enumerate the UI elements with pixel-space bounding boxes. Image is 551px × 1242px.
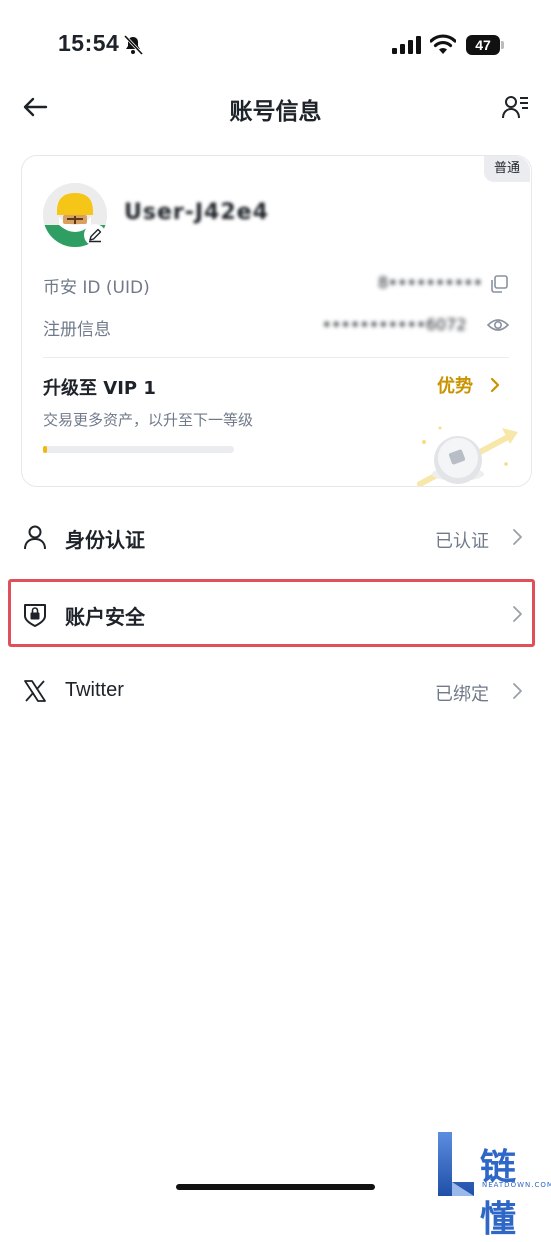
home-indicator [176, 1184, 375, 1190]
chevron-right-icon[interactable] [511, 605, 523, 623]
uid-value: 8•••••••••• [378, 273, 483, 292]
chevron-right-icon[interactable] [511, 528, 523, 546]
copy-icon[interactable] [489, 274, 509, 294]
eye-icon[interactable] [487, 315, 509, 335]
vip-benefits-link[interactable]: 优势 [437, 372, 473, 398]
menu-item-identity[interactable]: 身份认证 [65, 524, 145, 553]
status-time: 15:54 [58, 30, 120, 56]
wifi-icon [430, 34, 456, 54]
user-list-icon[interactable] [500, 92, 530, 122]
menu-item-twitter[interactable]: Twitter [65, 679, 124, 702]
registration-value: •••••••••••6072 [322, 315, 467, 334]
twitter-status: 已绑定 [435, 684, 489, 705]
battery-tip [501, 41, 504, 49]
card-divider [43, 357, 509, 358]
mute-bell-icon [123, 34, 144, 56]
battery-indicator: 47 [466, 35, 500, 55]
vip-description: 交易更多资产，以升至下一等级 [43, 411, 254, 429]
account-level-badge: 普通 [484, 156, 531, 182]
menu-item-account-security[interactable]: 账户安全 [65, 601, 145, 630]
x-logo-icon [24, 680, 46, 702]
watermark-text: 链懂 [480, 1147, 519, 1240]
registration-label: 注册信息 [43, 320, 111, 340]
vip-progress-fill [43, 446, 47, 453]
chevron-right-icon[interactable] [488, 376, 502, 394]
watermark-logo [438, 1132, 474, 1196]
edit-pencil-icon[interactable] [84, 224, 106, 246]
vip-coin-illustration [417, 426, 518, 486]
vip-progress-track [43, 446, 234, 453]
page-title: 账号信息 [229, 99, 322, 125]
watermark-subtext: NEATDOWN.COM [482, 1181, 551, 1189]
cellular-signal-icon [392, 36, 421, 54]
uid-label: 币安 ID (UID) [43, 278, 150, 298]
user-nickname: User-J42e4 [124, 200, 269, 225]
identity-status: 已认证 [435, 531, 489, 552]
shield-lock-icon [24, 604, 46, 627]
chevron-right-icon[interactable] [511, 682, 523, 700]
user-icon [24, 525, 46, 550]
vip-upgrade-title: 升级至 VIP 1 [43, 378, 156, 399]
